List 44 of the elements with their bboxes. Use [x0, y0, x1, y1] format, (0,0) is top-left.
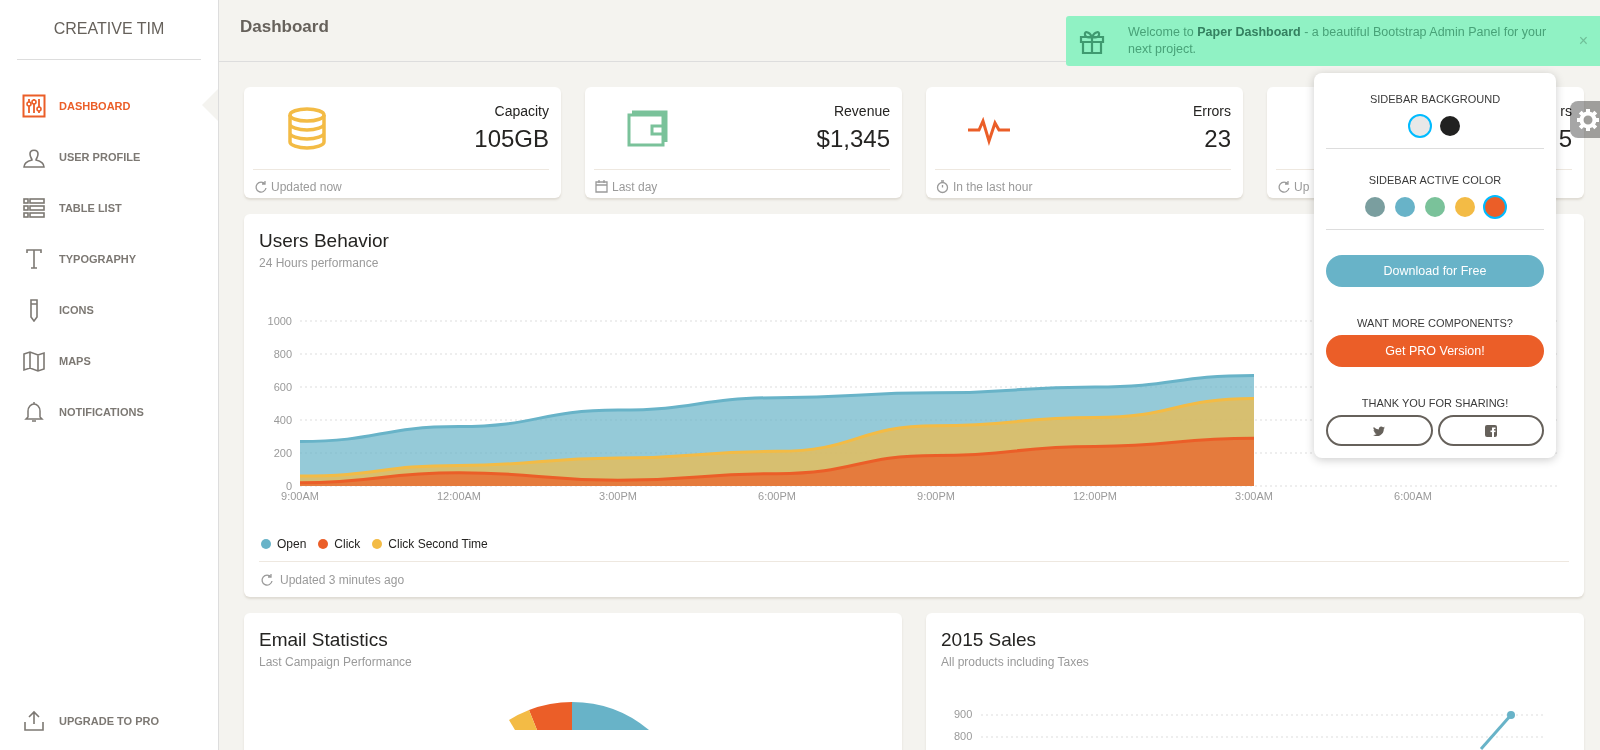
x-tick-label: 6:00PM [758, 490, 796, 502]
y-tick-label: 600 [273, 381, 292, 393]
card-subtitle: All products including Taxes [941, 655, 1090, 669]
card-footer: Updated 3 minutes ago [280, 572, 405, 587]
stat-footer: In the last hour [953, 179, 1033, 194]
y-tick-label: 400 [273, 414, 292, 426]
section-heading: WANT MORE COMPONENTS? [1357, 317, 1513, 329]
card-subtitle: Last Campaign Performance [259, 655, 413, 669]
x-tick-label: 3:00AM [1235, 490, 1273, 502]
card-subtitle: 24 Hours performance [259, 256, 380, 270]
stat-label: Capacity [494, 102, 549, 119]
stat-value: $1,345 [816, 124, 890, 153]
x-tick-label: 12:00AM [437, 490, 481, 502]
y-tick-label: 1000 [267, 315, 292, 327]
y-tick-label: 0 [285, 480, 292, 492]
card-title: 2015 Sales [941, 629, 1038, 651]
section-heading: SIDEBAR BACKGROUND [1369, 93, 1501, 105]
x-tick-label: 9:00PM [917, 490, 955, 502]
x-tick-label: 3:00PM [599, 490, 637, 502]
stat-label: rs [1560, 102, 1572, 119]
stat-footer: Up [1294, 179, 1310, 194]
y-tick-label: 200 [273, 447, 292, 459]
page-title: Dashboard [240, 16, 329, 37]
stat-footer: Updated now [271, 179, 342, 194]
stat-value: 5 [1558, 124, 1572, 153]
section-heading: THANK YOU FOR SHARING! [1361, 397, 1509, 409]
stat-label: Revenue [833, 102, 890, 119]
y-tick-label: 900 [954, 708, 973, 720]
stat-label: Errors [1192, 102, 1231, 119]
card-title: Users Behavior [259, 230, 390, 252]
stat-footer: Last day [612, 179, 658, 194]
stat-value: 105GB [474, 124, 549, 153]
y-tick-label: 800 [954, 730, 973, 742]
section-heading: SIDEBAR ACTIVE COLOR [1368, 174, 1502, 186]
card-title: Email Statistics [259, 629, 389, 651]
y-tick-label: 800 [273, 348, 292, 360]
alert-message: Welcome to Paper Dashboard - a beautiful Bootstrap Admin Panel for your next project. [1128, 24, 1548, 58]
legend-label: Open [277, 537, 307, 551]
legend-label: Click Second Time [388, 537, 488, 551]
stat-value: 23 [1204, 124, 1231, 153]
x-tick-label: 9:00AM [281, 490, 319, 502]
legend-label: Click [334, 537, 361, 551]
x-tick-label: 12:00PM [1073, 490, 1117, 502]
x-tick-label: 6:00AM [1394, 490, 1432, 502]
